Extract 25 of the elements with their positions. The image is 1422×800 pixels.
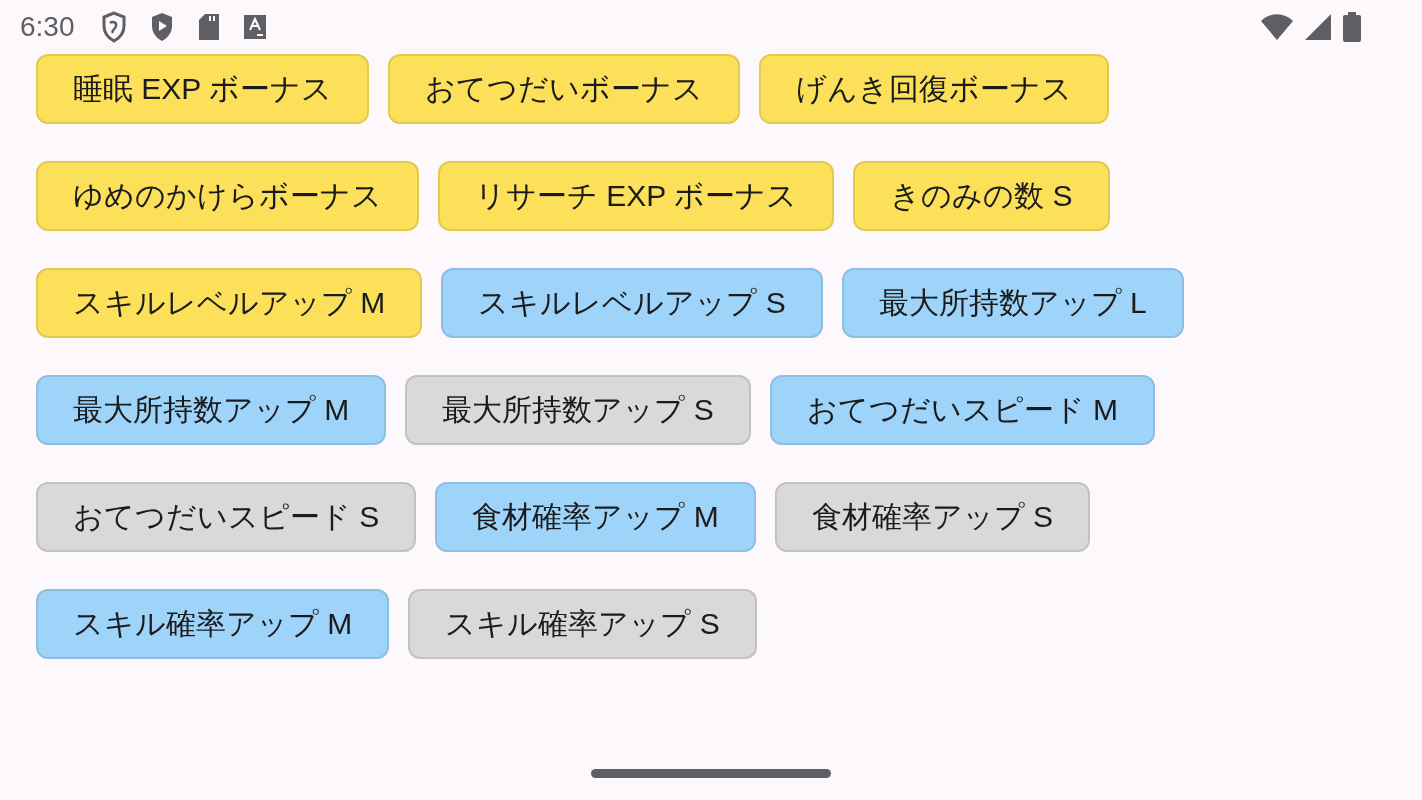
battery-icon (1342, 12, 1362, 42)
home-indicator[interactable] (591, 769, 831, 778)
keyboard-a-icon (242, 14, 267, 40)
skill-chip[interactable]: スキルレベルアップ M (36, 268, 423, 338)
skill-chip[interactable]: 睡眠 EXP ボーナス (36, 54, 370, 124)
signal-icon (1304, 13, 1332, 41)
skill-chip[interactable]: ゆめのかけらボーナス (36, 161, 419, 231)
skill-chip[interactable]: げんき回復ボーナス (759, 54, 1110, 124)
shield-icon (100, 11, 127, 43)
skill-chip[interactable]: 最大所持数アップ M (36, 375, 387, 445)
status-time: 6:30 (20, 11, 75, 43)
skill-chip[interactable]: スキルレベルアップ S (441, 268, 823, 338)
skill-chip[interactable]: リサーチ EXP ボーナス (438, 161, 835, 231)
skill-chip[interactable]: 食材確率アップ S (774, 482, 1091, 552)
skill-chip[interactable]: きのみの数 S (853, 161, 1110, 231)
wifi-icon (1260, 13, 1294, 41)
skill-chip[interactable]: スキル確率アップ S (408, 589, 757, 659)
skill-chip[interactable]: 最大所持数アップ L (841, 268, 1184, 338)
skill-chip[interactable]: 食材確率アップ M (435, 482, 756, 552)
skill-chip[interactable]: おてつだいスピード M (769, 375, 1155, 445)
skill-chip[interactable]: おてつだいボーナス (388, 54, 741, 124)
sd-card-icon (196, 12, 221, 42)
skill-chip[interactable]: スキル確率アップ M (36, 589, 390, 659)
skill-chip[interactable]: 最大所持数アップ S (405, 375, 751, 445)
skill-chip[interactable]: おてつだいスピード S (36, 482, 417, 552)
